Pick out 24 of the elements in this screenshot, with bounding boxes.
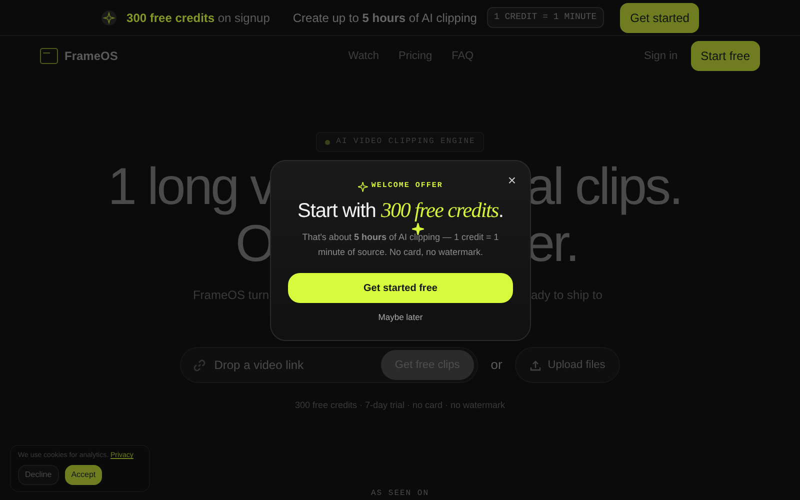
upload-icon <box>530 360 542 370</box>
promo-credits: 300 free credits <box>126 10 215 26</box>
brand-name[interactable]: FrameOS <box>64 47 118 65</box>
promo-message: Create up to 5 hours of AI clipping <box>292 10 477 26</box>
link-icon <box>192 358 206 372</box>
promo-note: on signup <box>218 10 270 26</box>
modal-title: Start with 300 free credits. <box>296 198 504 222</box>
decline-button[interactable]: Decline <box>18 464 59 485</box>
press-label: AS SEEN ON <box>370 488 429 500</box>
sparkle-icon <box>358 182 368 192</box>
or-text: or <box>490 356 502 374</box>
upload-files-button[interactable]: Upload files <box>515 347 620 383</box>
rate-badge: 1 CREDIT = 1 MINUTE <box>486 6 604 28</box>
sparkle-icon <box>412 223 424 236</box>
accept-button[interactable]: Accept <box>65 464 102 485</box>
sparkle-icon <box>100 10 117 26</box>
get-started-free-button[interactable]: Get started free <box>288 273 513 304</box>
dot-icon <box>324 140 330 144</box>
get-started-button[interactable]: Get started <box>620 2 700 32</box>
maybe-later-link[interactable]: Maybe later <box>378 311 423 324</box>
start-free-button[interactable]: Start free <box>690 41 760 71</box>
logo-icon <box>40 48 58 64</box>
modal-description: That's about 5 hours of AI clipping — 1 credit = 1 minute of source. No card, no watermark. <box>301 231 500 260</box>
close-button[interactable]: × <box>506 171 518 189</box>
